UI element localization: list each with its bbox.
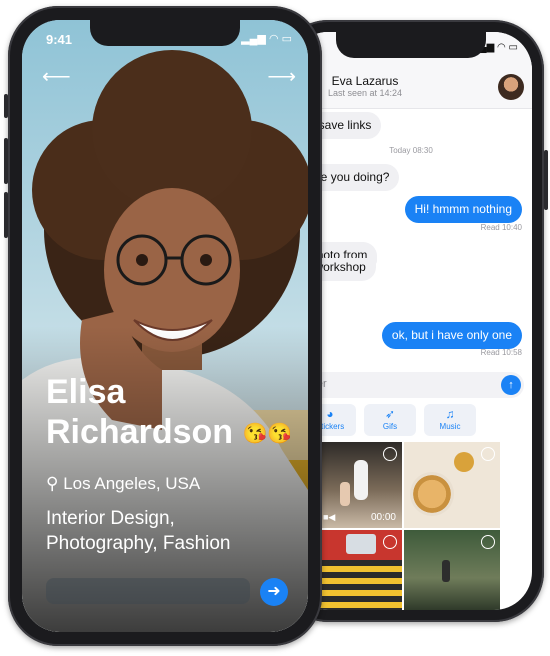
message-out: ok, but i have only one (381, 322, 522, 349)
attachment-tabs: ◕ Stickers ➶ Gifs ♫ Music (290, 404, 532, 438)
media-grid: ■◀ 00:00 (290, 442, 532, 610)
read-receipt: Read 10:58 (480, 348, 522, 357)
message-out: Hi! hmmm nothing (404, 196, 522, 223)
volume-down-button (4, 192, 8, 238)
tab-label: Gifs (382, 422, 398, 431)
figure-shape (354, 460, 368, 500)
status-icons: ▂▄▆ ◠ ▭ (241, 33, 292, 45)
status-time: 9:41 (46, 32, 73, 47)
notch (90, 20, 240, 46)
first-name: Elisa (46, 373, 126, 411)
media-thumbnail[interactable] (404, 442, 500, 528)
select-circle-icon[interactable] (481, 447, 495, 461)
interests: Interior Design, Photography, Fashion (46, 506, 286, 556)
contact-avatar[interactable] (498, 74, 524, 100)
figure-shape (340, 482, 350, 506)
location-pin-icon: ⚲ (46, 474, 59, 493)
select-circle-icon[interactable] (481, 535, 495, 549)
location-text: Los Angeles, USA (63, 474, 201, 493)
arrow-right-icon: ➜ (267, 583, 281, 600)
last-name: Richardson (46, 413, 234, 451)
media-video-thumbnail[interactable]: ■◀ 00:00 (318, 442, 402, 528)
location: ⚲ Los Angeles, USA (46, 474, 200, 494)
arrow-right-icon[interactable]: ⟶ (267, 64, 296, 89)
media-thumbnail[interactable] (318, 530, 402, 610)
read-receipt: Read 10:40 (480, 223, 522, 232)
figure-shape (442, 560, 450, 582)
car-shape (346, 534, 376, 554)
day-divider: Today 08:30 (389, 146, 433, 155)
video-duration: 00:00 (370, 512, 396, 523)
message-field[interactable] (46, 578, 250, 604)
tab-label: Music (439, 422, 461, 431)
tab-music[interactable]: ♫ Music (424, 404, 476, 436)
video-camera-icon: ■◀ (323, 512, 336, 522)
chat-screen: ▂▄▆ ◠ ▭ Eva Lazarus Last seen at 14:24 e… (290, 32, 532, 610)
select-circle-icon[interactable] (383, 447, 397, 461)
food-bowl-shape (410, 472, 454, 516)
next-arrow-button[interactable]: ➜ (260, 578, 288, 606)
interests-line: Photography, Fashion (46, 533, 231, 554)
power-button (544, 150, 548, 210)
profile-name: Elisa Richardson 😘😘 (46, 372, 296, 454)
media-thumbnail[interactable] (404, 530, 500, 610)
rocket-icon: ➶ (384, 407, 396, 421)
mute-switch (4, 94, 8, 118)
arrow-left-icon[interactable]: ⟵ (42, 64, 71, 89)
send-arrow-icon[interactable]: ↑ (501, 375, 521, 395)
select-circle-icon[interactable] (383, 535, 397, 549)
interests-line: Interior Design, (46, 508, 175, 529)
kiss-emoji: 😘😘 (242, 423, 293, 446)
honey-shape (454, 452, 474, 472)
tab-gifs[interactable]: ➶ Gifs (364, 404, 416, 436)
profile-phone: 9:41 ▂▄▆ ◠ ▭ ⟵ ⟶ Elisa Richardson 😘😘 ⚲ L… (4, 6, 322, 646)
profile-screen: 9:41 ▂▄▆ ◠ ▭ ⟵ ⟶ Elisa Richardson 😘😘 ⚲ L… (22, 20, 308, 632)
message-input[interactable]: eholder ↑ (290, 372, 524, 398)
notch (336, 32, 486, 58)
music-note-icon: ♫ (445, 407, 455, 421)
volume-up-button (4, 138, 8, 184)
